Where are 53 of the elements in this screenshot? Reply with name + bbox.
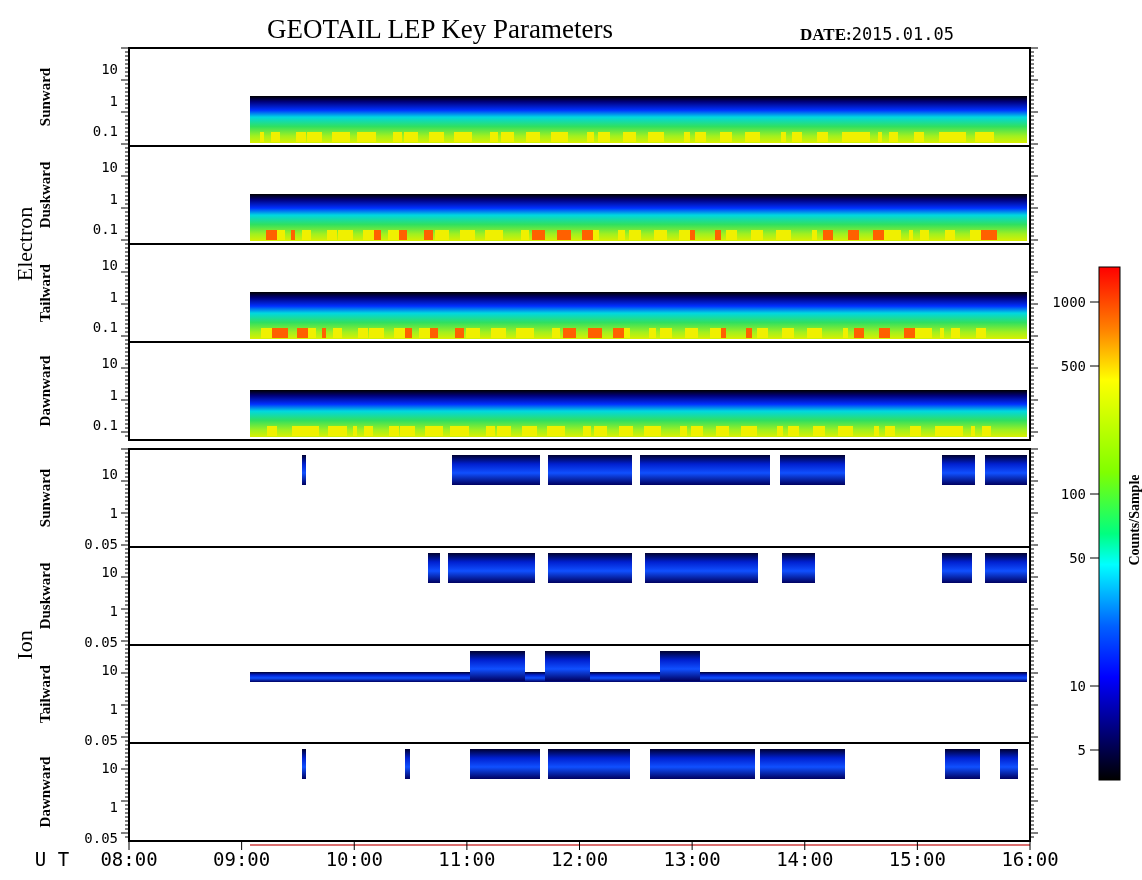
group-label: Ion [12,630,37,660]
axis-tick-label: 1 [109,701,118,717]
panel-label: Dawnward [37,756,53,828]
axis-tick-label: 12:00 [550,848,609,870]
axis-tick-label: 0.05 [84,732,118,748]
axis-tick-label: 0.05 [84,634,118,650]
panel-label: Sunward [37,468,53,528]
axis-tick-label: 1 [109,799,118,815]
axis-tick-label: 08:00 [100,848,158,870]
axis-tick-label: 15:00 [888,848,946,870]
axis-tick-label: 1 [109,505,118,521]
panel-label: Duskward [37,562,53,630]
panel-label: Dawnward [37,355,53,427]
date-label: DATE:2015.01.05 [800,24,954,44]
axis-tick-label: 10 [101,760,118,776]
axis-tick-label: 10 [101,662,118,678]
axis-tick-label: 09:00 [213,848,271,870]
colorbar-tick-label: 500 [1060,358,1086,374]
chart-title: GEOTAIL LEP Key Parameters [267,14,613,44]
panel-label: Tailward [37,264,53,322]
axis-tick-label: 10 [101,466,118,482]
axis-tick-label: 1 [109,191,118,207]
axis-tick-label: 1 [109,289,118,305]
axis-tick-label: 1 [109,387,118,403]
panel-label: Sunward [37,67,53,127]
axis-tick-label: 1 [109,603,118,619]
axis-tick-label: 0.1 [92,319,118,335]
group-label: Electron [12,206,37,282]
colorbar-tick-label: 50 [1069,550,1086,566]
panel-label: Tailward [37,665,53,723]
axis-tick-label: 1 [109,93,118,109]
axis-tick-label: 0.1 [92,123,118,139]
colorbar-tick-label: 100 [1060,486,1086,502]
axis-tick-label: 0.05 [84,536,118,552]
colorbar-title: Counts/Sample [1127,474,1142,566]
colorbar-tick-label: 5 [1077,742,1086,758]
axis-tick-label: 10 [101,355,118,371]
axis-tick-label: 11:00 [438,848,496,870]
colorbar-tick-label: 10 [1069,678,1086,694]
axis-tick-label: 10 [101,159,118,175]
colorbar-tick-label: 1000 [1052,294,1086,310]
axis-tick-label: 10:00 [325,848,383,870]
axis-tick-label: 16:00 [1001,848,1059,870]
axis-tick-label: 10 [101,564,118,580]
axis-tick-label: 0.1 [92,417,118,433]
axis-tick-label: 14:00 [776,848,834,870]
axis-tick-label: 0.1 [92,221,118,237]
axis-tick-label: 10 [101,257,118,273]
panel-label: Duskward [37,161,53,229]
axis-tick-label: 0.05 [84,830,118,846]
axis-tick-label: 10 [101,61,118,77]
axis-title: U T [34,848,70,870]
axis-tick-label: 13:00 [663,848,721,870]
